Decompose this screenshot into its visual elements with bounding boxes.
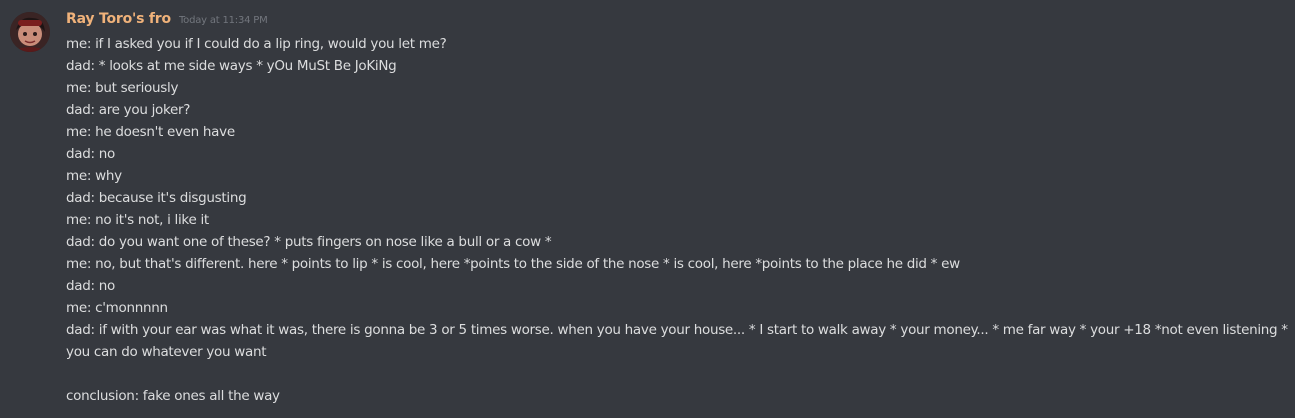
message-line: me: no it's not, i like it <box>66 212 209 228</box>
message-line: me: if I asked you if I could do a lip r… <box>66 36 447 52</box>
message-line: conclusion: fake ones all the way <box>66 388 280 404</box>
message-line: me: he doesn't even have <box>66 124 235 140</box>
timestamp[interactable]: Today at 11:34 PM <box>179 15 268 26</box>
message-line: me: c'monnnnn <box>66 300 168 316</box>
message-line: me: but seriously <box>66 80 179 96</box>
avatar[interactable] <box>10 12 50 52</box>
user-avatar-icon <box>10 12 50 52</box>
message-line: me: no, but that's different. here * poi… <box>66 256 960 272</box>
message-content: me: if I asked you if I could do a lip r… <box>66 33 1294 407</box>
username[interactable]: Ray Toro's fro <box>66 11 171 27</box>
message-line: dad: are you joker? <box>66 102 191 118</box>
message-line: dad: * looks at me side ways * yOu MuSt … <box>66 58 397 74</box>
message-line: dad: if with your ear was what it was, t… <box>66 322 1288 338</box>
message-line: dad: do you want one of these? * puts fi… <box>66 234 552 250</box>
message-line: dad: no <box>66 278 115 294</box>
message-line: dad: no <box>66 146 115 162</box>
message-line: me: why <box>66 168 122 184</box>
message-line: you can do whatever you want <box>66 344 267 360</box>
message-line: dad: because it's disgusting <box>66 190 247 206</box>
chat-message: Ray Toro's fro Today at 11:34 PM me: if … <box>0 0 1295 418</box>
message-header: Ray Toro's fro Today at 11:34 PM <box>66 11 268 31</box>
